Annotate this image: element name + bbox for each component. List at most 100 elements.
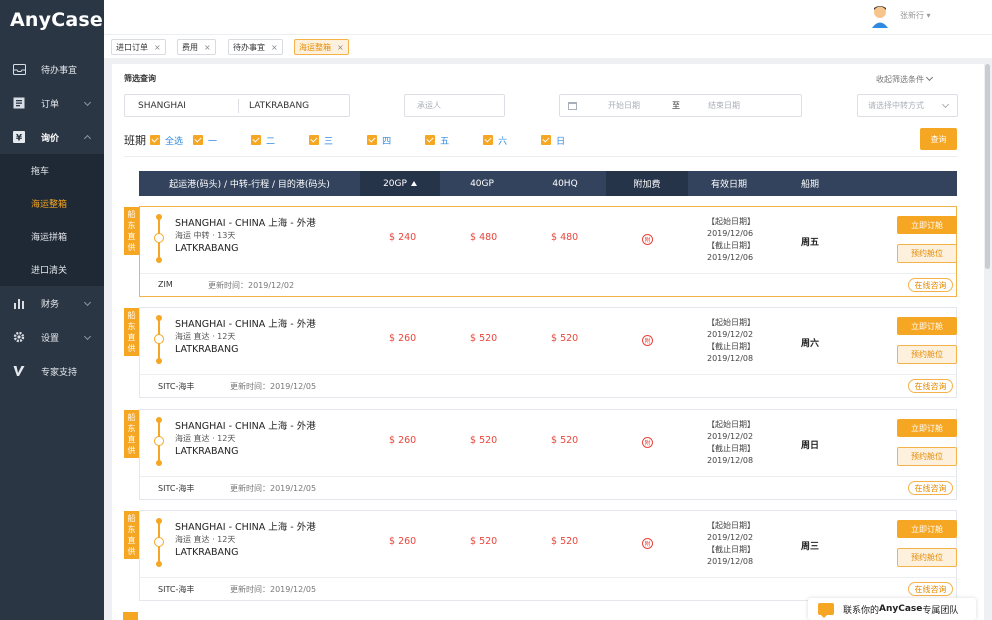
updated-time: 更新时间：2019/12/05 (230, 585, 317, 594)
sidebar-item-settings[interactable]: 设置 (0, 320, 104, 354)
inbox-icon (12, 62, 26, 76)
sidebar-item-label: 待办事宜 (41, 65, 78, 76)
online-consult-button[interactable]: 在线咨询 (908, 379, 953, 393)
chevron-down-icon (83, 98, 92, 107)
price-40hq: $ 520 (551, 333, 579, 344)
pod-input[interactable]: LATKRABANG (239, 101, 309, 111)
avatar[interactable] (870, 4, 890, 28)
sort-asc-icon[interactable] (410, 181, 417, 186)
sidebar-item-orders[interactable]: 订单 (0, 86, 104, 120)
tab-import-orders[interactable]: 进口订单 × (111, 39, 166, 55)
valid-date-line: 2019/12/06 (707, 253, 754, 262)
updated-time: 更新时间：2019/12/02 (208, 281, 295, 290)
valid-date-line: 2019/12/08 (707, 557, 754, 566)
sailing-day: 周六 (801, 339, 820, 349)
route-end-dot (156, 561, 162, 567)
valid-date-line: 【起始日期】 (707, 217, 755, 226)
book-now-button[interactable]: 立即订舱 (897, 216, 957, 234)
query-button[interactable]: 查询 (920, 128, 957, 150)
checkbox-sat[interactable]: 六 (483, 134, 507, 147)
checkbox-check-icon (541, 135, 552, 145)
date-range-picker[interactable]: 开始日期 至 结束日期 (559, 94, 802, 117)
rate-card: 船东直供 SHANGHAI - CHINA 上海 - 外港 海运 直达 · 12天 L… (124, 409, 957, 500)
transfer-select[interactable]: 请选择中转方式 (857, 94, 958, 117)
tab-todo[interactable]: 待办事宜 × (228, 39, 283, 55)
submenu-item-import-clearance[interactable]: 进口清关 (0, 253, 104, 286)
rate-card: 船东直供 SHANGHAI - CHINA 上海 - 外港 海运 直达 · 12天 L… (124, 510, 957, 601)
updated-time: 更新时间：2019/12/05 (230, 382, 317, 391)
checkbox-check-icon (150, 135, 160, 145)
submenu-item-trucking[interactable]: 拖车 (0, 154, 104, 187)
book-now-button[interactable]: 立即订舱 (897, 520, 957, 538)
pol-text: SHANGHAI - CHINA 上海 - 外港 (175, 522, 316, 533)
sidebar-item-expert[interactable]: 专家支持 (0, 354, 104, 388)
close-icon[interactable]: × (337, 43, 344, 52)
pod-text: LATKRABANG (175, 547, 239, 558)
price-40gp: $ 480 (470, 232, 498, 243)
sidebar-item-label: 设置 (41, 333, 60, 344)
close-icon[interactable]: × (271, 43, 278, 52)
collapse-filter-toggle[interactable]: 收起筛选条件 (876, 73, 934, 85)
carrier-name: SITC-海丰 (158, 382, 195, 391)
surcharge-icon[interactable]: 附 (642, 437, 653, 448)
col-20gp[interactable]: 20GP (360, 171, 440, 196)
carrier-name: ZIM (158, 280, 173, 289)
scrollbar[interactable] (985, 64, 990, 269)
route-start-dot (156, 214, 162, 220)
checkbox-all[interactable]: 全选 (150, 134, 183, 147)
chevron-down-icon (925, 73, 934, 82)
main-panel: 筛选查询 收起筛选条件 SHANGHAI LATKRABANG 承运人 开始日期… (112, 64, 984, 620)
close-icon[interactable]: × (204, 43, 211, 52)
checkbox-check-icon (483, 135, 494, 145)
checkbox-check-icon (251, 135, 262, 145)
checkbox-sun[interactable]: 日 (541, 134, 565, 147)
online-consult-button[interactable]: 在线咨询 (908, 582, 953, 596)
week-label: 班期 (124, 134, 146, 147)
carrier-input[interactable]: 承运人 (404, 94, 505, 117)
surcharge-icon[interactable]: 附 (642, 538, 653, 549)
valid-dates: 【起始日期】 2019/12/02 【截止日期】 2019/12/08 (707, 317, 755, 365)
sidebar: AnyCase 待办事宜 订单 ¥ 询价 拖车 海运整箱 海运拼箱 进口清关 财… (0, 0, 104, 620)
pol-input[interactable]: SHANGHAI (125, 98, 239, 113)
checkbox-tue[interactable]: 二 (251, 134, 275, 147)
checkbox-fri[interactable]: 五 (425, 134, 449, 147)
contact-team-button[interactable]: 联系你的 AnyCase 专属团队 (808, 598, 976, 620)
checkbox-mon[interactable]: 一 (193, 134, 217, 147)
sidebar-item-todo[interactable]: 待办事宜 (0, 52, 104, 86)
submenu-item-fcl[interactable]: 海运整箱 (0, 187, 104, 220)
surcharge-icon[interactable]: 附 (642, 234, 653, 245)
checkbox-check-icon (367, 135, 378, 145)
end-date-input[interactable]: 结束日期 (708, 100, 740, 111)
start-date-input[interactable]: 开始日期 (608, 100, 640, 111)
sidebar-item-finance[interactable]: 财务 (0, 286, 104, 320)
col-40hq[interactable]: 40HQ (524, 171, 606, 196)
reserve-space-button[interactable]: 预约舱位 (897, 548, 957, 567)
price-40gp: $ 520 (470, 536, 498, 547)
tab-fees[interactable]: 费用 × (177, 39, 216, 55)
app-logo[interactable]: AnyCase (0, 0, 104, 40)
route-detail: 海运 直达 · 12天 (175, 434, 236, 443)
online-consult-button[interactable]: 在线咨询 (908, 481, 953, 495)
ribbon-partial (123, 612, 138, 620)
updated-time: 更新时间：2019/12/05 (230, 484, 317, 493)
reserve-space-button[interactable]: 预约舱位 (897, 244, 957, 263)
submenu-item-lcl[interactable]: 海运拼箱 (0, 220, 104, 253)
close-icon[interactable]: × (154, 43, 161, 52)
reserve-space-button[interactable]: 预约舱位 (897, 447, 957, 466)
checkbox-thu[interactable]: 四 (367, 134, 391, 147)
surcharge-icon[interactable]: 附 (642, 335, 653, 346)
tab-fcl[interactable]: 海运整箱 × (294, 39, 349, 55)
book-now-button[interactable]: 立即订舱 (897, 419, 957, 437)
port-input-group: SHANGHAI LATKRABANG (124, 94, 350, 117)
route-end-dot (156, 358, 162, 364)
book-now-button[interactable]: 立即订舱 (897, 317, 957, 335)
valid-date-line: 2019/12/08 (707, 354, 754, 363)
checkbox-wed[interactable]: 三 (309, 134, 333, 147)
divider (140, 476, 956, 477)
username[interactable]: 张新行 ▾ (900, 10, 931, 21)
direct-supply-ribbon: 船东直供 (124, 410, 139, 458)
reserve-space-button[interactable]: 预约舱位 (897, 345, 957, 364)
col-40gp[interactable]: 40GP (440, 171, 524, 196)
sidebar-item-inquiry[interactable]: ¥ 询价 (0, 120, 104, 154)
online-consult-button[interactable]: 在线咨询 (908, 278, 953, 292)
